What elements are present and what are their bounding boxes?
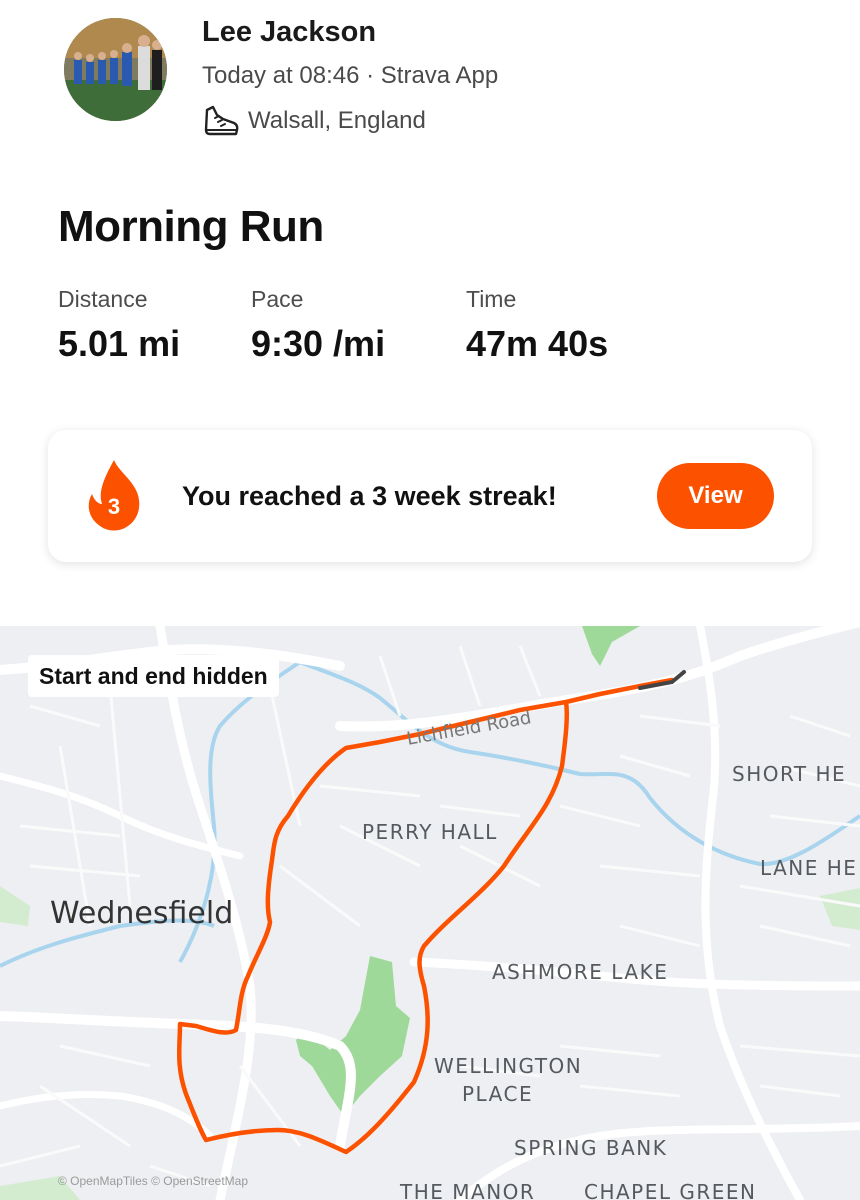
stat-label: Pace [251, 286, 304, 312]
athlete-name[interactable]: Lee Jackson [202, 16, 376, 49]
location-row: Walsall, England [202, 104, 426, 138]
place-wednesfield: Wednesfield [50, 896, 234, 931]
place-perry-hall: PERRY HALL [362, 820, 498, 844]
place-place: PLACE [462, 1082, 534, 1106]
place-ashmore-lake: ASHMORE LAKE [492, 960, 669, 984]
stat-label: Time [466, 286, 517, 312]
activity-timestamp: Today at 08:46 · Strava App [202, 62, 499, 89]
stat-value: 9:30 /mi [251, 323, 386, 364]
place-wellington: WELLINGTON [434, 1054, 583, 1078]
place-spring-bank: SPRING BANK [514, 1136, 668, 1160]
activity-location: Walsall, England [248, 107, 426, 134]
start-end-hidden-badge: Start and end hidden [28, 655, 279, 697]
place-chapel-green: CHAPEL GREEN [584, 1180, 757, 1200]
streak-count: 3 [107, 494, 121, 519]
view-streak-button[interactable]: View [657, 463, 774, 529]
activity-title[interactable]: Morning Run [58, 202, 324, 252]
stat-value: 47m 40s [466, 323, 609, 364]
park [0, 886, 30, 926]
place-short-heath: SHORT HE [732, 762, 847, 786]
streak-message: You reached a 3 week streak! [182, 481, 557, 511]
map-attribution[interactable]: © OpenMapTiles © OpenStreetMap [58, 1174, 248, 1188]
stat-distance: Distance 5.01 mi [58, 286, 180, 365]
stat-pace: Pace 9:30 /mi [251, 286, 385, 365]
park [820, 888, 860, 930]
park [582, 626, 640, 666]
avatar-photo [64, 18, 167, 121]
activity-header: Lee Jackson Today at 08:46 · Strava App … [0, 0, 860, 150]
stat-value: 5.01 mi [58, 323, 181, 364]
place-the-manor: THE MANOR [400, 1180, 536, 1200]
running-shoe-icon [204, 105, 239, 136]
place-lane-head: LANE HE [760, 856, 858, 880]
route-map[interactable]: Lichfield Road PERRY HALL SHORT HE LANE … [0, 626, 860, 1200]
avatar[interactable] [64, 18, 167, 121]
stat-time: Time 47m 40s [466, 286, 608, 365]
stat-label: Distance [58, 286, 148, 312]
